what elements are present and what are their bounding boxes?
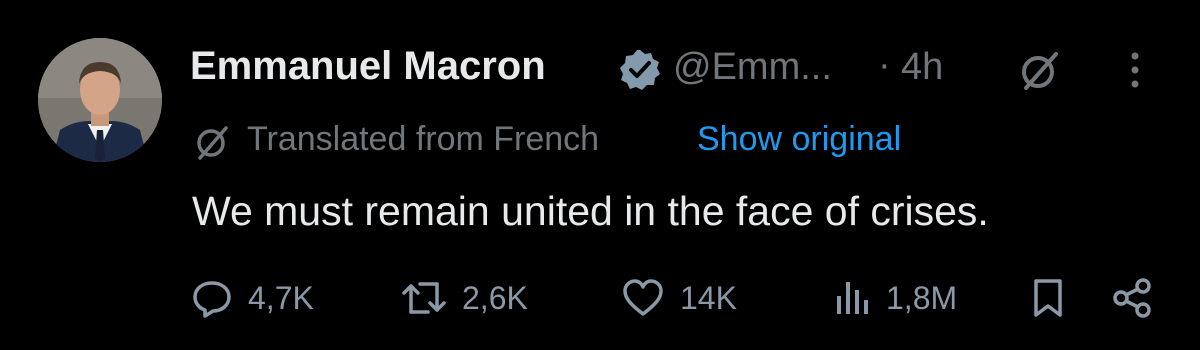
grok-icon[interactable] [1016, 46, 1064, 94]
reply-count: 4,7K [248, 279, 314, 316]
like-button[interactable]: 14K [620, 272, 737, 324]
show-original-link[interactable]: Show original [697, 120, 901, 159]
translated-from-label: Translated from French [247, 120, 600, 158]
bookmark-button[interactable] [1028, 272, 1068, 324]
repost-button[interactable]: 2,6K [400, 272, 528, 324]
avatar[interactable] [38, 38, 162, 162]
author-handle[interactable]: @Emm... [673, 46, 832, 89]
post-time[interactable]: 4h [901, 46, 943, 89]
author-name[interactable]: Emmanuel Macron [190, 44, 546, 89]
more-icon[interactable] [1125, 46, 1145, 94]
repost-count: 2,6K [462, 279, 528, 316]
tweet-text: We must remain united in the face of cri… [192, 188, 989, 234]
tweet-header: Emmanuel Macron @Emm... · 4h [190, 40, 1160, 96]
translation-row: Translated from French Show original [192, 118, 1092, 162]
reply-icon [193, 281, 231, 318]
verified-badge-icon[interactable] [618, 48, 662, 92]
like-icon [623, 279, 663, 316]
share-button[interactable] [1110, 272, 1154, 324]
share-icon [1113, 278, 1151, 318]
reply-button[interactable]: 4,7K [190, 272, 314, 324]
action-bar: 4,7K 2,6K 14K 1,8M [190, 272, 1170, 324]
like-count: 14K [680, 279, 737, 316]
views-button[interactable]: 1,8M [832, 272, 957, 324]
bookmark-icon [1034, 279, 1062, 317]
views-icon [837, 282, 868, 314]
views-count: 1,8M [886, 279, 958, 316]
translate-icon [192, 120, 234, 162]
repost-icon [402, 282, 446, 314]
separator-dot: · [878, 44, 891, 86]
